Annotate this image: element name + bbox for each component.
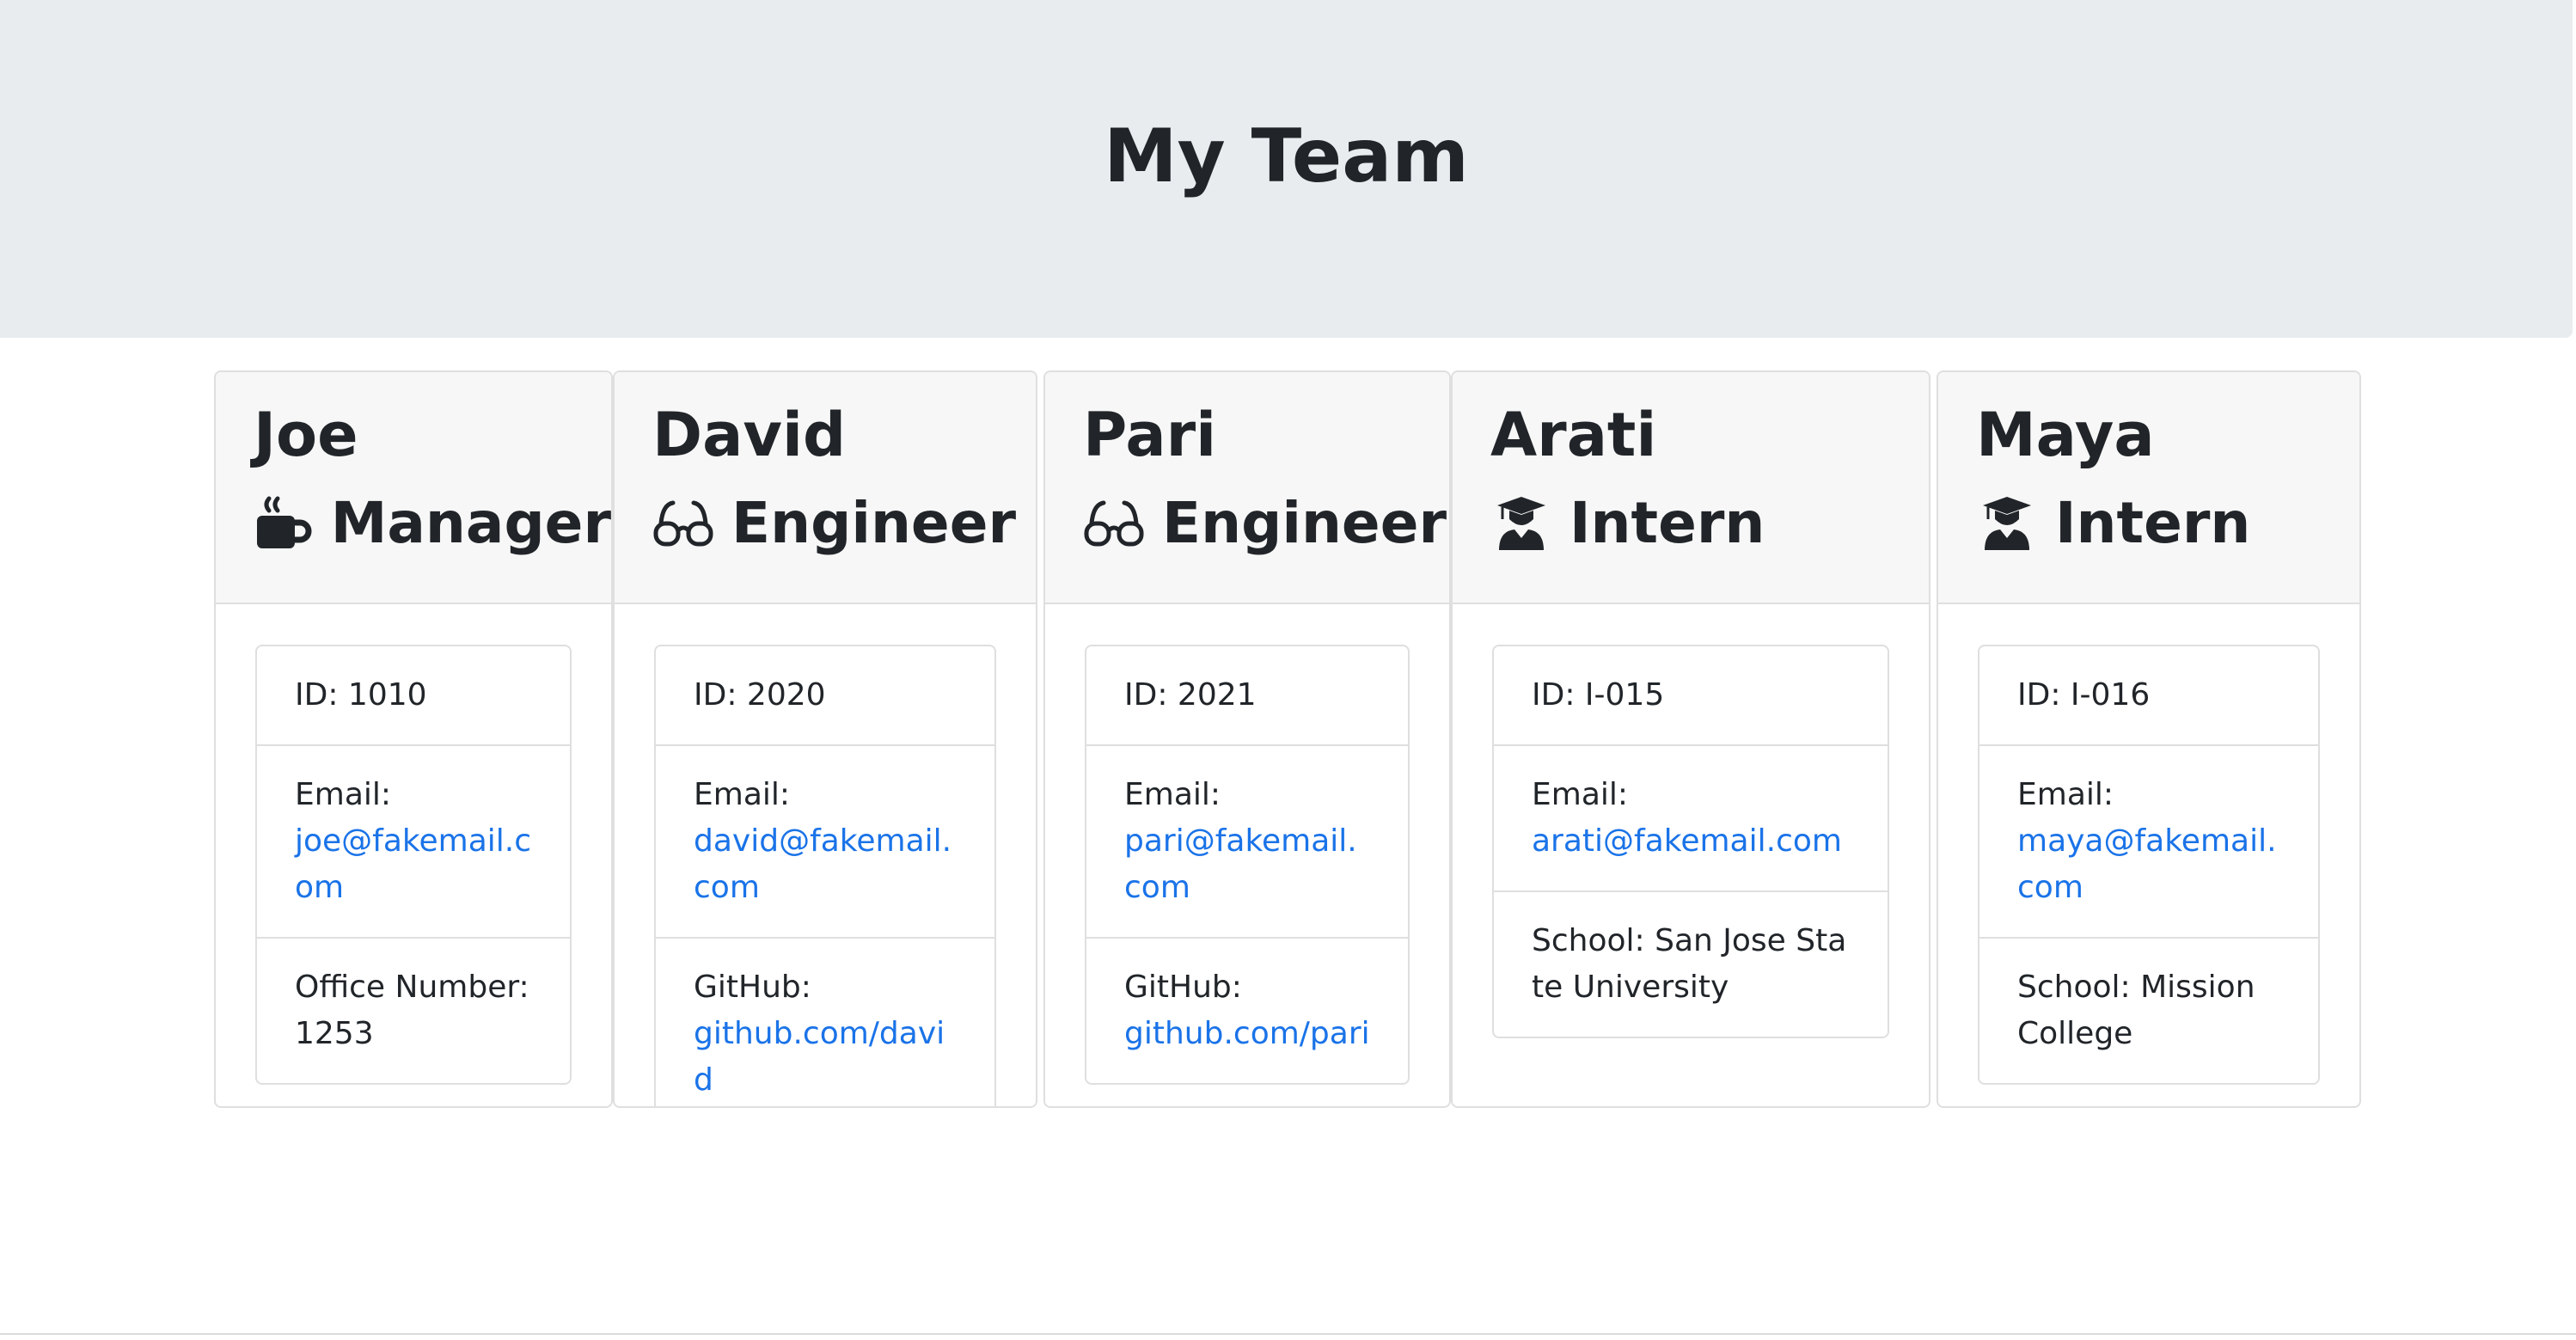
school-label: School: — [1532, 923, 1655, 958]
employee-name: Maya — [1976, 400, 2155, 470]
school-label: School: — [2017, 970, 2141, 1005]
email-label: Email: — [1532, 777, 1629, 812]
employee-card-joe: Joe Manager ID: 1010 Email: joe@fakemail… — [214, 370, 613, 1108]
employee-card-pari: Pari Engineer ID: 2021 Email: pari@fakem… — [1043, 370, 1451, 1108]
school-row: School: San Jose State University — [1494, 890, 1888, 1037]
employee-card-maya: Maya Intern ID: I-016 Email: maya@fakema… — [1937, 370, 2361, 1108]
role-label: Intern — [2055, 490, 2251, 556]
employee-role: Intern — [1976, 493, 2359, 554]
card-header: Maya Intern — [1938, 372, 2359, 604]
graduate-icon — [1490, 493, 1552, 554]
employee-email-row: Email: arati@fakemail.com — [1494, 744, 1888, 890]
employee-role: Engineer — [652, 493, 1036, 554]
employee-name: David — [652, 400, 847, 470]
github-row: GitHub: github.com/pari — [1086, 937, 1408, 1083]
role-label: Manager — [330, 490, 611, 556]
email-link[interactable]: maya@fakemail.com — [2017, 823, 2277, 905]
employee-role: Manager — [254, 493, 611, 554]
card-header: Pari Engineer — [1045, 372, 1449, 604]
employee-id: ID: 1010 — [295, 677, 427, 713]
employee-details: ID: 2021 Email: pari@fakemail.com GitHub… — [1085, 645, 1410, 1085]
email-label: Email: — [2017, 777, 2114, 812]
email-link[interactable]: david@fakemail.com — [694, 823, 951, 905]
employee-details: ID: 2020 Email: david@fakemail.com GitHu… — [654, 645, 996, 1106]
footer-divider — [0, 1333, 2576, 1335]
employee-details: ID: 1010 Email: joe@fakemail.com Office … — [255, 645, 572, 1085]
office-number-value: 1253 — [295, 1016, 374, 1051]
employee-details: ID: I-016 Email: maya@fakemail.com Schoo… — [1978, 645, 2320, 1085]
email-link[interactable]: pari@fakemail.com — [1124, 823, 1357, 905]
employee-id: ID: I-016 — [2017, 677, 2151, 713]
github-link[interactable]: github.com/pari — [1124, 1016, 1370, 1051]
card-header: Arati Intern — [1453, 372, 1929, 604]
employee-email-row: Email: pari@fakemail.com — [1086, 744, 1408, 937]
employee-role: Engineer — [1083, 493, 1449, 554]
email-link[interactable]: arati@fakemail.com — [1532, 823, 1842, 859]
employee-email-row: Email: joe@fakemail.com — [257, 744, 570, 937]
card-header: Joe Manager — [216, 372, 611, 604]
employee-email-row: Email: david@fakemail.com — [656, 744, 994, 937]
github-row: GitHub: github.com/david — [656, 937, 994, 1106]
employee-name: Joe — [254, 400, 358, 470]
page-header: My Team — [0, 0, 2573, 338]
employee-id: ID: 2021 — [1124, 677, 1257, 713]
github-link[interactable]: github.com/david — [694, 1016, 945, 1098]
office-number-row: Office Number: 1253 — [257, 937, 570, 1083]
role-label: Engineer — [1162, 490, 1447, 556]
email-label: Email: — [1124, 777, 1221, 812]
glasses-icon — [1083, 493, 1145, 554]
role-label: Engineer — [731, 490, 1016, 556]
card-header: David Engineer — [615, 372, 1036, 604]
employee-card-david: David Engineer ID: 2020 Email: david@fak… — [613, 370, 1037, 1108]
employee-name: Arati — [1490, 400, 1657, 470]
email-label: Email: — [694, 777, 791, 812]
coffee-mug-icon — [254, 493, 314, 554]
employee-role: Intern — [1490, 493, 1929, 554]
employee-card-arati: Arati Intern ID: I-015 Email: arati@fake… — [1451, 370, 1930, 1108]
email-label: Email: — [295, 777, 392, 812]
employee-details: ID: I-015 Email: arati@fakemail.com Scho… — [1492, 645, 1889, 1038]
glasses-icon — [652, 493, 714, 554]
github-label: GitHub: — [1124, 970, 1242, 1005]
employee-id: ID: 2020 — [694, 677, 826, 713]
role-label: Intern — [1569, 490, 1765, 556]
graduate-icon — [1976, 493, 2038, 554]
page-title: My Team — [1104, 113, 1469, 199]
employee-name: Pari — [1083, 400, 1217, 470]
employee-email-row: Email: maya@fakemail.com — [1979, 744, 2318, 937]
email-link[interactable]: joe@fakemail.com — [295, 823, 531, 905]
office-number-label: Office Number: — [295, 970, 529, 1005]
github-label: GitHub: — [694, 970, 811, 1005]
school-row: School: Mission College — [1979, 937, 2318, 1083]
employee-id: ID: I-015 — [1532, 677, 1665, 713]
